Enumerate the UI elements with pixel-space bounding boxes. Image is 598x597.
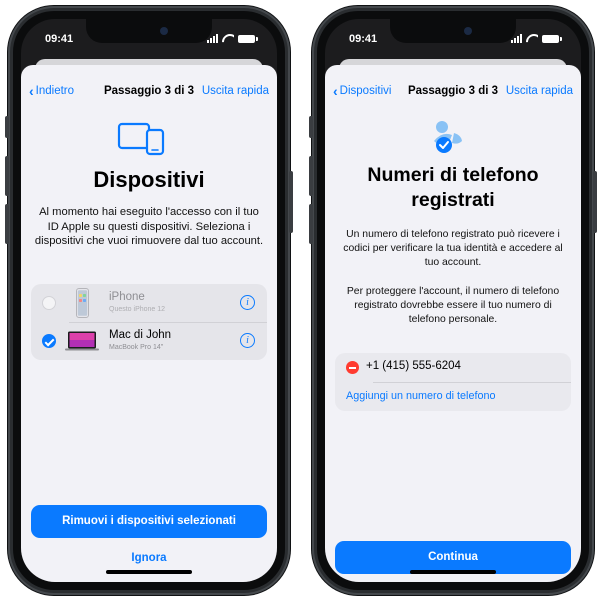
wifi-icon [526,34,538,43]
devices-icon [117,122,165,156]
camera-icon [160,27,168,35]
status-time: 09:41 [349,33,378,45]
page-title: Numeri di telefono registrati [367,164,539,211]
add-number-row[interactable]: Aggiungi un numero di telefono [335,382,571,411]
volume-down-button [309,204,313,244]
description-2: Per proteggere l'account, il numero di t… [346,286,560,325]
nav-bar: ‹ Dispositivi Passaggio 3 di 3 Uscita ra… [325,84,581,103]
volume-up-button [5,156,9,196]
battery-icon [238,34,258,43]
device-name: Mac di John [109,329,172,341]
nav-bar: ‹ Indietro Passaggio 3 di 3 Uscita rapid… [21,84,277,103]
radio-button[interactable] [42,296,56,310]
side-button [289,171,293,233]
info-icon[interactable]: i [240,333,255,348]
status-time: 09:41 [45,33,74,45]
add-number-link[interactable]: Aggiungi un numero di telefono [346,390,495,402]
info-icon[interactable]: i [240,295,255,310]
description-1: Un numero di telefono registrato può ric… [343,229,563,268]
iphone-icon [76,288,89,318]
status-icons [511,34,562,43]
mute-switch [5,116,9,138]
phone-number-list: +1 (415) 555-6204 Aggiungi un numero di … [335,353,571,411]
home-indicator [410,570,496,574]
sheet: ‹ Indietro Passaggio 3 di 3 Uscita rapid… [21,65,277,582]
ignore-button[interactable]: Ignora [21,552,277,564]
remove-icon[interactable] [346,361,359,374]
status-icons [207,34,258,43]
bezel: 09:41 ‹ Dispositivi Passaggio 3 di 3 Usc… [317,11,589,590]
device-row-iphone[interactable]: iPhone Questo iPhone 12 i [31,284,267,322]
sheet: ‹ Dispositivi Passaggio 3 di 3 Uscita ra… [325,65,581,582]
trusted-devices-icon [434,121,462,153]
mute-switch [309,116,313,138]
device-row-mac[interactable]: Mac di John MacBook Pro 14" i [31,322,267,360]
quick-exit-button[interactable]: Uscita rapida [202,85,269,97]
volume-down-button [5,204,9,244]
device-subtitle: MacBook Pro 14" [109,344,164,351]
side-button [593,171,597,233]
camera-icon [464,27,472,35]
wifi-icon [222,34,234,43]
page-title: Dispositivi [93,167,205,192]
notch [390,19,516,43]
macbook-icon [65,331,99,351]
radio-button-checked[interactable] [42,334,56,348]
bezel: 09:41 ‹ Indietro Passaggio 3 di 3 Uscita… [13,11,285,590]
phone-right: 09:41 ‹ Dispositivi Passaggio 3 di 3 Usc… [309,6,597,595]
quick-exit-button[interactable]: Uscita rapida [506,85,573,97]
phone-number-row[interactable]: +1 (415) 555-6204 [335,353,571,382]
screen: 09:41 ‹ Dispositivi Passaggio 3 di 3 Usc… [325,19,581,582]
phone-left: 09:41 ‹ Indietro Passaggio 3 di 3 Uscita… [5,6,293,595]
home-indicator [106,570,192,574]
device-name: iPhone [109,291,145,303]
device-subtitle: Questo iPhone 12 [109,306,166,313]
device-list: iPhone Questo iPhone 12 i Mac di John Ma… [31,284,267,360]
description: Al momento hai eseguito l'accesso con il… [34,206,264,247]
battery-icon [542,34,562,43]
phone-number: +1 (415) 555-6204 [366,360,461,372]
notch [86,19,212,43]
remove-devices-button[interactable]: Rimuovi i dispositivi selezionati [31,505,267,538]
volume-up-button [309,156,313,196]
screen: 09:41 ‹ Indietro Passaggio 3 di 3 Uscita… [21,19,277,582]
